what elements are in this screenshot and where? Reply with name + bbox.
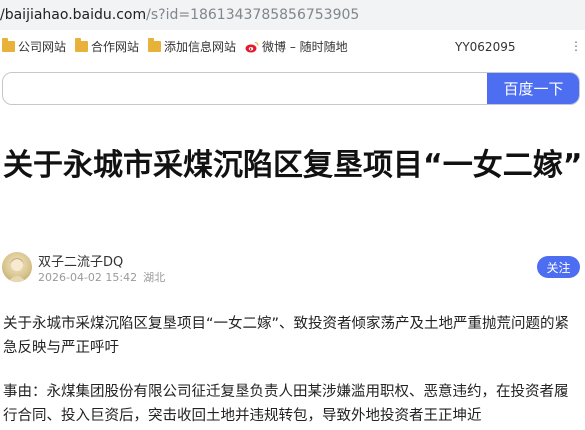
user-code: YY062095 — [455, 40, 516, 54]
author-avatar[interactable] — [2, 252, 32, 282]
bookmark-label: 合作网站 — [91, 40, 140, 54]
bookmarks-bar: 公司网站 合作网站 添加信息网站 微博 – 随时随地 YY062095 ⋮ — [0, 30, 585, 62]
search-input[interactable] — [11, 77, 485, 103]
search-box: 百度一下 — [2, 72, 580, 105]
folder-icon — [148, 38, 161, 52]
bookmark-add-info-site[interactable]: 添加信息网站 — [148, 38, 236, 55]
weibo-icon — [245, 41, 259, 52]
publish-date: 2026-04-02 15:42 — [38, 271, 138, 284]
follow-button[interactable]: 关注 — [537, 256, 580, 278]
publish-location: 湖北 — [143, 271, 166, 284]
search-button[interactable]: 百度一下 — [487, 73, 579, 104]
article-meta: 2026-04-02 15:42 湖北 — [38, 269, 165, 285]
author-name[interactable]: 双子二流子DQ — [38, 251, 123, 270]
bookmark-partner-site[interactable]: 合作网站 — [75, 38, 139, 55]
folder-icon — [75, 38, 88, 52]
more-bookmarks-icon[interactable]: ⋮ — [570, 39, 582, 53]
article-paragraph: 关于永城市采煤沉陷区复垦项目“一女二嫁”、致投资者倾家荡产及土地严重抛荒问题的紧… — [3, 316, 570, 356]
url-host: /baijiahao.baidu.com — [0, 7, 147, 23]
bookmark-label: 添加信息网站 — [164, 40, 237, 54]
article-title: 关于永城市采煤沉陷区复垦项目“一女二嫁” — [3, 148, 583, 183]
folder-icon — [2, 38, 15, 52]
url-path: /s?id=1861343785856753905 — [146, 7, 360, 23]
bookmark-weibo[interactable]: 微博 – 随时随地 — [245, 38, 348, 55]
bookmark-label: 微博 – 随时随地 — [262, 40, 348, 54]
bookmark-label: 公司网站 — [18, 40, 67, 54]
article-paragraph: 事由：永煤集团股份有限公司征迁复垦负责人田某涉嫌滥用职权、恶意违约，在投资者履行… — [3, 384, 569, 424]
avatar-image — [8, 258, 26, 282]
bookmark-company-site[interactable]: 公司网站 — [2, 38, 66, 55]
address-bar[interactable]: /baijiahao.baidu.com/s?id=18613437858567… — [0, 0, 585, 30]
